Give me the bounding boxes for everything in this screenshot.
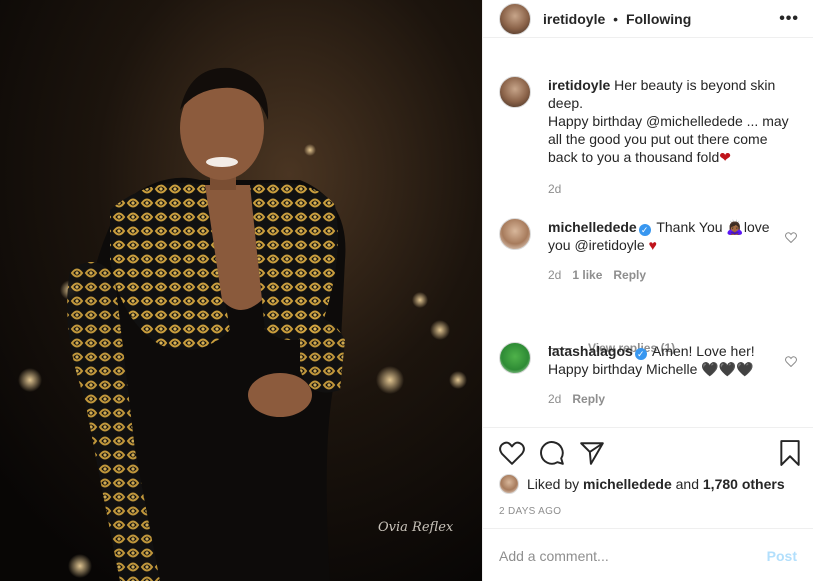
comments-list: iretidoyle Her beauty is beyond skin dee… bbox=[483, 38, 813, 427]
caption: iretidoyle Her beauty is beyond skin dee… bbox=[499, 76, 799, 198]
comment-username[interactable]: iretidoyle bbox=[548, 77, 610, 93]
comment-username[interactable]: latashalagos bbox=[548, 343, 633, 359]
caption-body: iretidoyle Her beauty is beyond skin dee… bbox=[548, 76, 799, 198]
comment-body: michelledede ✓ Thank You 🙇🏾‍♀️love you @i… bbox=[548, 218, 799, 284]
photo-watermark: Ovia Reflex bbox=[378, 520, 454, 535]
verified-badge-icon: ✓ bbox=[638, 224, 651, 236]
comment-meta: 2d 1 like Reply bbox=[548, 266, 777, 284]
action-icons bbox=[499, 440, 803, 466]
post-button[interactable]: Post bbox=[767, 548, 797, 564]
post-detail-panel: iretidoyle • Following ••• iretidoyle He… bbox=[482, 0, 813, 581]
post-photo[interactable]: Ovia Reflex bbox=[0, 0, 482, 581]
bookmark-icon[interactable] bbox=[777, 440, 803, 466]
comment-like-icon[interactable] bbox=[785, 232, 797, 243]
comment-username[interactable]: michelledede bbox=[548, 219, 637, 235]
comment-avatar[interactable] bbox=[499, 342, 531, 374]
comment-meta: 2d Reply bbox=[548, 390, 777, 408]
comment-icon[interactable] bbox=[539, 440, 565, 466]
header-text: iretidoyle • Following bbox=[543, 11, 691, 27]
liked-by-and: and bbox=[675, 476, 699, 492]
reply-button[interactable]: Reply bbox=[613, 266, 646, 284]
comment-like-icon[interactable] bbox=[785, 356, 797, 367]
liked-by-others[interactable]: 1,780 others bbox=[703, 476, 785, 492]
add-comment-bar: Add a comment... Post bbox=[483, 528, 813, 581]
liked-by: Liked by michelledede and 1,780 others bbox=[499, 474, 785, 494]
comment-item: michelledede ✓ Thank You 🙇🏾‍♀️love you @i… bbox=[499, 218, 799, 284]
comment-item: latashalagos ✓ Amen! Love her! Happy birt… bbox=[499, 342, 799, 408]
heart-emoji: ❤ bbox=[719, 149, 731, 165]
comment-time[interactable]: 2d bbox=[548, 390, 561, 408]
liked-by-prefix: Liked by bbox=[527, 476, 580, 492]
heart-emoji: ♥ bbox=[648, 237, 657, 253]
author-avatar[interactable] bbox=[499, 2, 531, 35]
liker-avatar[interactable] bbox=[499, 474, 519, 494]
liked-by-user[interactable]: michelledede bbox=[583, 476, 672, 492]
following-button[interactable]: Following bbox=[626, 11, 691, 27]
comment-likes[interactable]: 1 like bbox=[572, 266, 602, 284]
caption-time[interactable]: 2d bbox=[548, 180, 561, 198]
reply-button[interactable]: Reply bbox=[572, 390, 605, 408]
caption-meta: 2d bbox=[548, 180, 799, 198]
black-heart-emoji: 🖤🖤🖤 bbox=[701, 361, 754, 377]
post-date[interactable]: 2 DAYS AGO bbox=[499, 506, 561, 517]
header-separator: • bbox=[613, 10, 619, 27]
comment-avatar[interactable] bbox=[499, 76, 531, 108]
verified-badge-icon: ✓ bbox=[634, 348, 647, 360]
heart-icon[interactable] bbox=[499, 440, 525, 466]
ellipsis-icon[interactable]: ••• bbox=[779, 10, 799, 28]
share-icon[interactable] bbox=[579, 440, 605, 466]
caption-line2: Happy birthday @michelledede ... may all… bbox=[548, 113, 789, 165]
author-username[interactable]: iretidoyle bbox=[543, 11, 605, 27]
comment-avatar[interactable] bbox=[499, 218, 531, 250]
comment-time[interactable]: 2d bbox=[548, 266, 561, 284]
post-actions: Liked by michelledede and 1,780 others 2… bbox=[483, 427, 813, 581]
add-comment-input[interactable]: Add a comment... bbox=[499, 548, 767, 564]
post-header: iretidoyle • Following ••• bbox=[483, 0, 813, 38]
comment-body: latashalagos ✓ Amen! Love her! Happy birt… bbox=[548, 342, 799, 408]
photo-illustration bbox=[0, 0, 482, 581]
